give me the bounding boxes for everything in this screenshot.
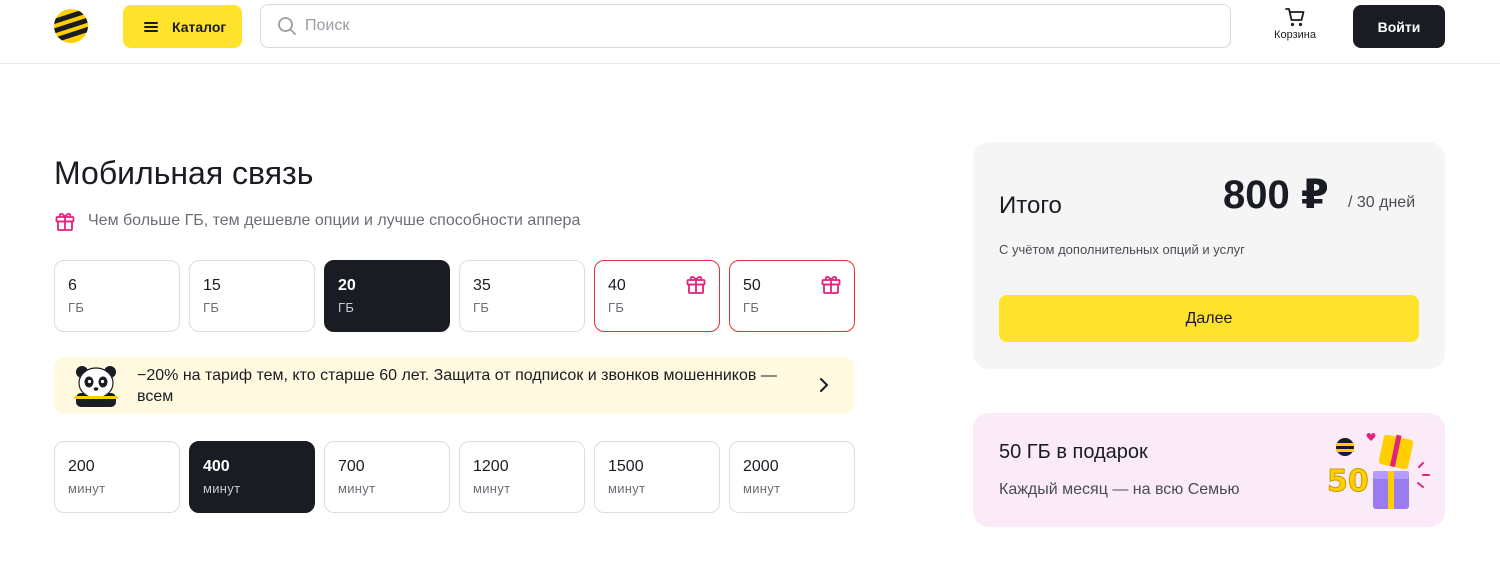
next-button[interactable]: Далее xyxy=(999,295,1419,342)
gb-option-unit: ГБ xyxy=(338,300,355,315)
senior-discount-banner[interactable]: −20% на тариф тем, кто старше 60 лет. За… xyxy=(54,357,854,414)
minutes-option-unit: минут xyxy=(68,481,106,496)
minutes-option-unit: минут xyxy=(743,481,781,496)
panda-icon xyxy=(74,366,118,407)
total-label: Итого xyxy=(999,192,1062,219)
minutes-option-unit: минут xyxy=(608,481,646,496)
minutes-option-value: 200 xyxy=(68,458,95,475)
gb-option-unit: ГБ xyxy=(743,300,760,315)
gb-option[interactable]: 35 ГБ xyxy=(459,260,585,332)
minutes-option-unit: минут xyxy=(473,481,511,496)
minutes-option-value: 700 xyxy=(338,458,365,475)
gift-icon xyxy=(55,213,75,231)
gb-option-value: 40 xyxy=(608,277,626,294)
gift-box-illustration: 50 xyxy=(1327,433,1430,509)
minutes-option[interactable]: 700 минут xyxy=(324,441,450,513)
minutes-option-value: 1200 xyxy=(473,458,509,475)
total-price: 800 ₽ xyxy=(1223,173,1329,217)
minutes-option-unit: минут xyxy=(203,481,241,496)
family-gift-banner[interactable]: 50 ГБ в подарок Каждый месяц — на всю Се… xyxy=(973,413,1445,527)
gb-option[interactable]: 40 ГБ xyxy=(594,260,720,332)
menu-icon xyxy=(144,21,158,32)
beeline-logo-icon[interactable] xyxy=(53,8,89,44)
price-note: С учётом дополнительных опций и услуг xyxy=(999,242,1245,257)
gb-option[interactable]: 6 ГБ xyxy=(54,260,180,332)
catalog-button[interactable]: Каталог xyxy=(123,5,242,48)
gift-icon xyxy=(686,276,706,294)
promo-text: −20% на тариф тем, кто старше 60 лет. За… xyxy=(137,367,777,405)
gb-option-unit: ГБ xyxy=(473,300,490,315)
gb-option[interactable]: 20 ГБ xyxy=(324,260,450,332)
gb-option-unit: ГБ xyxy=(203,300,220,315)
cart-label: Корзина xyxy=(1274,29,1316,41)
search-icon xyxy=(278,17,296,35)
gb-option-value: 6 xyxy=(68,277,77,294)
gb-option-value: 20 xyxy=(338,277,356,294)
gb-options: 6 ГБ 15 ГБ 20 ГБ 35 ГБ 40 ГБ 50 ГБ xyxy=(54,260,855,332)
gb-option[interactable]: 15 ГБ xyxy=(189,260,315,332)
catalog-label: Каталог xyxy=(172,18,227,35)
minutes-option-value: 2000 xyxy=(743,458,779,475)
minutes-option[interactable]: 200 минут xyxy=(54,441,180,513)
minute-options: 200 минут 400 минут 700 минут 1200 минут 1500 мин… xyxy=(54,441,855,513)
page-title: Мобильная связь xyxy=(54,155,314,191)
minutes-option[interactable]: 2000 минут xyxy=(729,441,855,513)
gb-option-unit: ГБ xyxy=(68,300,85,315)
gb-option-value: 35 xyxy=(473,277,491,294)
gb-option-unit: ГБ xyxy=(608,300,625,315)
gift-banner-title: 50 ГБ в подарок xyxy=(999,441,1148,463)
minutes-option[interactable]: 1200 минут xyxy=(459,441,585,513)
search-input[interactable] xyxy=(305,17,1205,35)
gift-art-number: 50 xyxy=(1327,464,1369,499)
gb-option[interactable]: 50 ГБ xyxy=(729,260,855,332)
minutes-option-unit: минут xyxy=(338,481,376,496)
gb-hint-text: Чем больше ГБ, тем дешевле опции и лучше… xyxy=(88,212,581,229)
summary-card: Итого 800 ₽ / 30 дней С учётом дополните… xyxy=(973,142,1445,369)
chevron-right-icon xyxy=(820,378,828,392)
login-button[interactable]: Войти xyxy=(1353,5,1445,48)
minutes-option-value: 400 xyxy=(203,458,230,475)
minutes-option[interactable]: 400 минут xyxy=(189,441,315,513)
gift-banner-subtitle: Каждый месяц — на всю Семью xyxy=(999,481,1240,498)
gift-icon xyxy=(821,276,841,294)
minutes-option-value: 1500 xyxy=(608,458,644,475)
minutes-option[interactable]: 1500 минут xyxy=(594,441,720,513)
search-bar[interactable] xyxy=(260,4,1231,48)
price-period: / 30 дней xyxy=(1348,194,1416,211)
gb-option-value: 50 xyxy=(743,277,761,294)
gb-hint: Чем больше ГБ, тем дешевле опции и лучше… xyxy=(54,210,580,232)
cart-icon xyxy=(1285,8,1305,27)
top-header: Каталог Корзина Войти xyxy=(0,0,1500,64)
cart-button[interactable]: Корзина xyxy=(1262,6,1328,48)
gb-option-value: 15 xyxy=(203,277,221,294)
